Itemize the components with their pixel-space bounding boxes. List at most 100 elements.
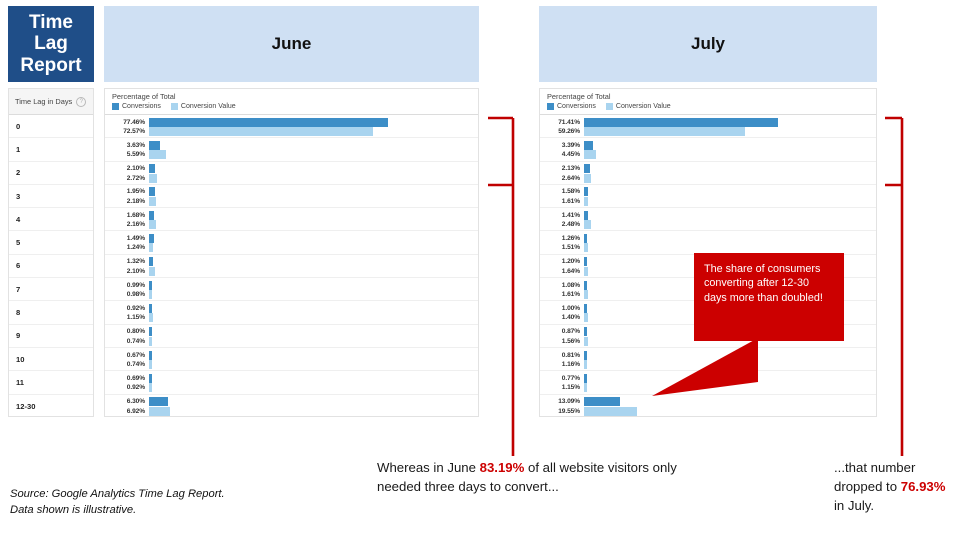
bar-value-label: 0.80% [126,328,145,336]
bar-value-label: 72.57% [123,128,145,135]
june-chart-panel: Percentage of Total Conversions Conversi… [104,88,479,417]
bar-value-label: 59.26% [558,128,580,135]
bar-conv [584,257,588,267]
help-circle-icon[interactable]: ? [76,96,87,107]
bar-value-label: 0.67% [126,351,145,359]
table-row: 1.49% 1.24% [105,231,478,255]
july-panel-header: Percentage of Total Conversions Conversi… [540,89,876,115]
bar-line-conversions: 2.10% [105,164,478,174]
bar-value-label: 1.68% [126,211,145,219]
bar-line-conversions: 2.13% [540,164,876,174]
table-row: 1.58% 1.61% [540,185,876,209]
table-row: 2.10% 2.72% [105,162,478,185]
bar-conv [149,257,154,267]
bar-value-label: 1.08% [561,281,580,289]
bar-value-label: 1.41% [561,211,580,219]
bar-line-conversion-value: 1.15% [105,313,478,323]
bar-val [149,173,158,183]
bar-value-label: 0.69% [126,374,145,382]
bar-value-label: 1.61% [561,291,580,299]
time-lag-row-label: 4 [9,208,93,232]
june-bar-rows: 77.46% 72.57% 3.63% 5.59% 2.10% 2.72% 1.95% 2.1… [105,115,478,418]
title-line-2: Lag [34,33,68,55]
bar-conv [584,140,594,150]
bar-line-conversion-value: 0.98% [105,290,478,300]
table-row: 1.95% 2.18% [105,185,478,209]
report-title-block: Time Lag Report [8,6,94,82]
time-lag-row-label: 1 [9,138,93,162]
bar-conv [584,210,588,220]
callout-tail-icon [652,338,758,396]
bar-val [584,359,588,369]
time-lag-row-label: 5 [9,231,93,255]
june-legend: Conversions Conversion Value [112,103,478,110]
month-header-june: June [104,6,479,82]
bar-val [584,406,638,416]
bar-line-conversions: 0.99% [105,280,478,290]
bar-conv [149,303,152,313]
bar-line-conversion-value: 2.16% [105,220,478,230]
time-lag-row-label: 11 [9,371,93,395]
bar-value-label: 0.74% [126,360,145,368]
bar-value-label: 0.74% [126,337,145,345]
bar-val [149,220,156,230]
bar-value-label: 0.92% [126,384,145,392]
bar-conv [149,187,155,197]
bar-val [584,150,597,160]
bar-value-label: 1.32% [126,258,145,266]
time-lag-row-label: 10 [9,348,93,372]
bar-value-label: 2.48% [561,221,580,229]
bar-line-conversion-value: 1.61% [540,196,876,206]
table-row: 1.68% 2.16% [105,208,478,232]
month-header-june-label: June [271,34,312,53]
bar-line-conversions: 0.92% [105,303,478,313]
legend-swatch-conversions-icon [112,103,119,110]
bar-value-label: 2.64% [561,174,580,182]
bar-val [584,243,589,253]
bar-line-conversions: 71.41% [540,117,876,127]
june-caption: Whereas in June 83.19% of all website vi… [377,458,677,496]
table-row: 0.69% 0.92% [105,371,478,395]
bar-value-label: 1.64% [561,267,580,275]
bar-line-conversion-value: 5.59% [105,150,478,160]
bar-line-conversions: 0.69% [105,373,478,383]
source-note-text: Source: Google Analytics Time Lag Report… [10,488,225,517]
june-legend-label-conversions: Conversions [122,103,161,110]
bar-conv [149,373,152,383]
bar-value-label: 2.10% [126,267,145,275]
june-legend-label-conversion-value: Conversion Value [180,103,236,110]
bar-conv [584,303,587,313]
title-line-1: Time [28,11,73,33]
bar-line-conversions: 1.95% [105,187,478,197]
bar-line-conversion-value: 6.92% [105,406,478,416]
month-header-july-label: July [690,34,726,53]
bar-value-label: 1.58% [561,188,580,196]
bar-line-conversion-value: 1.51% [540,243,876,253]
time-lag-row-label: 0 [9,115,93,139]
table-row: 0.80% 0.74% [105,325,478,348]
bar-value-label: 77.46% [123,118,145,126]
bar-line-conversions: 1.32% [105,257,478,267]
june-legend-item-conversions: Conversions [112,103,161,110]
bar-value-label: 1.20% [561,258,580,266]
bar-conv [149,350,152,360]
bar-value-label: 1.15% [561,384,580,392]
bar-conv [584,280,587,290]
time-lag-row-label: 9 [9,325,93,348]
bar-conv [149,327,152,337]
time-lag-row-label: 2 [9,162,93,185]
bar-conv [149,117,388,127]
bar-value-label: 0.99% [126,281,145,289]
bar-line-conversion-value: 1.24% [105,243,478,253]
bar-val [584,196,589,206]
bar-value-label: 13.09% [558,398,580,406]
table-row: 3.39% 4.45% [540,138,876,162]
bar-line-conversion-value: 59.26% [540,127,876,136]
bar-line-conversions: 3.39% [540,140,876,150]
bar-value-label: 1.00% [561,304,580,312]
bar-value-label: 1.40% [561,314,580,322]
july-axis-title: Percentage of Total [547,92,611,101]
june-legend-item-conversion-value: Conversion Value [170,103,236,110]
bar-conv [584,327,587,337]
bar-value-label: 6.30% [126,398,145,406]
